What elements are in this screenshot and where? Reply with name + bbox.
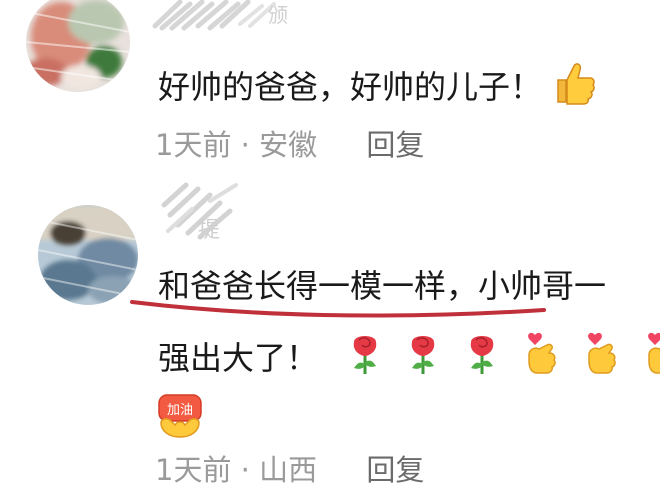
comment-location: 山西 — [259, 453, 318, 487]
comment-location: 安徽 — [259, 128, 318, 162]
rose-icon — [465, 332, 499, 388]
finger-heart-icon — [521, 331, 561, 389]
comment-item: 颁 好帅的爸爸，好帅的儿子！ 1天前 · 安徽 回复 — [0, 0, 660, 175]
finger-heart-icon — [581, 331, 621, 389]
comment-text-body: 好帅的爸爸，好帅的儿子！ — [158, 68, 543, 106]
rose-icon — [348, 332, 382, 388]
comment-text-body: 强出大了！ — [158, 339, 319, 377]
badge-text: 加油 — [167, 403, 193, 418]
comment-meta: 1天前 · 安徽 回复 — [155, 122, 424, 164]
comment-list: 颁 好帅的爸爸，好帅的儿子！ 1天前 · 安徽 回复 提 和爸爸长得一模一样，小… — [0, 0, 660, 495]
jiayou-badge-icon: 加油 — [155, 393, 205, 439]
thumbs-up-icon — [552, 60, 596, 118]
avatar[interactable] — [38, 205, 138, 305]
comment-meta: 1天前 · 山西 回复 — [155, 447, 424, 489]
meta-separator: · — [240, 453, 260, 487]
comment-text-line2: 强出大了！ — [158, 331, 660, 389]
comment-time: 1天前 — [155, 128, 232, 162]
comment-text: 好帅的爸爸，好帅的儿子！ — [158, 60, 660, 118]
avatar[interactable] — [26, 0, 130, 92]
svg-text:颁: 颁 — [268, 3, 288, 27]
username-redacted[interactable]: 提 — [158, 181, 248, 243]
comment-text-line1: 和爸爸长得一模一样，小帅哥一 — [158, 263, 660, 309]
comment-item: 提 和爸爸长得一模一样，小帅哥一 强出大了！ 加油 1天前 · 山西 回复 — [0, 175, 660, 495]
meta-separator: · — [240, 128, 260, 162]
reply-button[interactable]: 回复 — [366, 453, 424, 487]
finger-heart-icon — [641, 331, 660, 389]
comment-text-body: 和爸爸长得一模一样，小帅哥一 — [158, 267, 607, 305]
comment-time: 1天前 — [155, 453, 232, 487]
svg-text:提: 提 — [198, 218, 220, 243]
rose-icon — [406, 332, 440, 388]
reply-button[interactable]: 回复 — [366, 128, 424, 162]
username-redacted[interactable]: 颁 — [150, 0, 300, 34]
